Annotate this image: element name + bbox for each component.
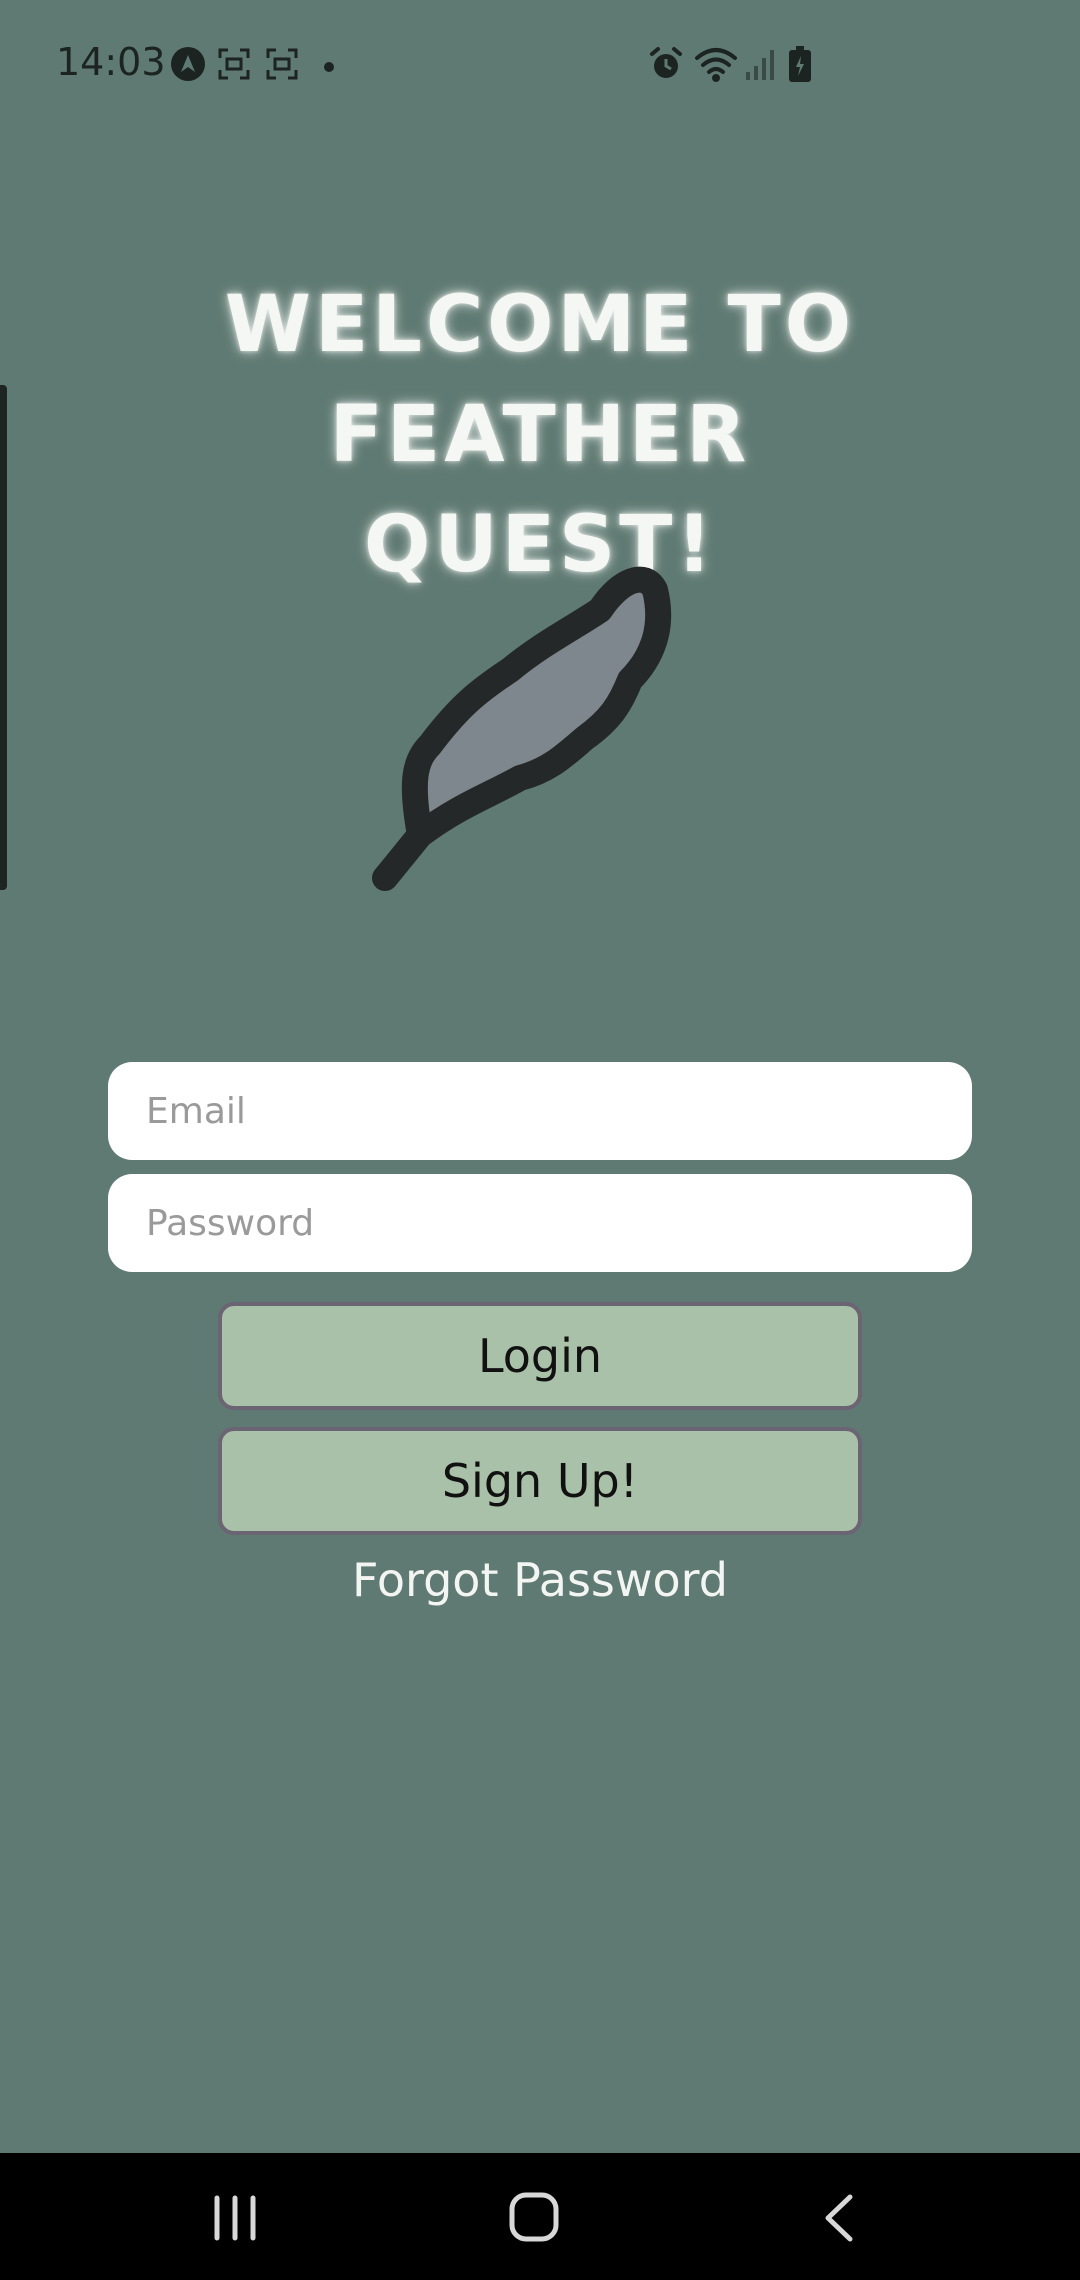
- feather-icon: [300, 530, 700, 934]
- status-time: 14:03: [56, 40, 166, 84]
- forgot-password-link[interactable]: Forgot Password: [0, 1553, 1080, 1607]
- login-button[interactable]: Login: [218, 1302, 862, 1410]
- email-field[interactable]: [108, 1062, 972, 1160]
- back-icon[interactable]: [800, 2183, 880, 2253]
- recent-apps-icon[interactable]: [195, 2183, 275, 2253]
- screenshot-icon: [218, 48, 250, 84]
- navigation-app-icon: [170, 46, 206, 86]
- alarm-icon: [648, 46, 684, 86]
- dot-icon: [323, 58, 335, 77]
- welcome-title-line-1: WELCOME TO FEATHER: [224, 280, 856, 480]
- password-field[interactable]: [108, 1174, 972, 1272]
- navigation-bar: [0, 2153, 1080, 2280]
- signal-icon: [744, 48, 776, 84]
- status-bar: 14:03: [0, 0, 1080, 130]
- battery-icon: [788, 46, 812, 86]
- wifi-icon: [694, 46, 738, 86]
- sign-up-button[interactable]: Sign Up!: [218, 1427, 862, 1535]
- home-icon[interactable]: [495, 2183, 575, 2253]
- screen-record-icon: [266, 48, 298, 84]
